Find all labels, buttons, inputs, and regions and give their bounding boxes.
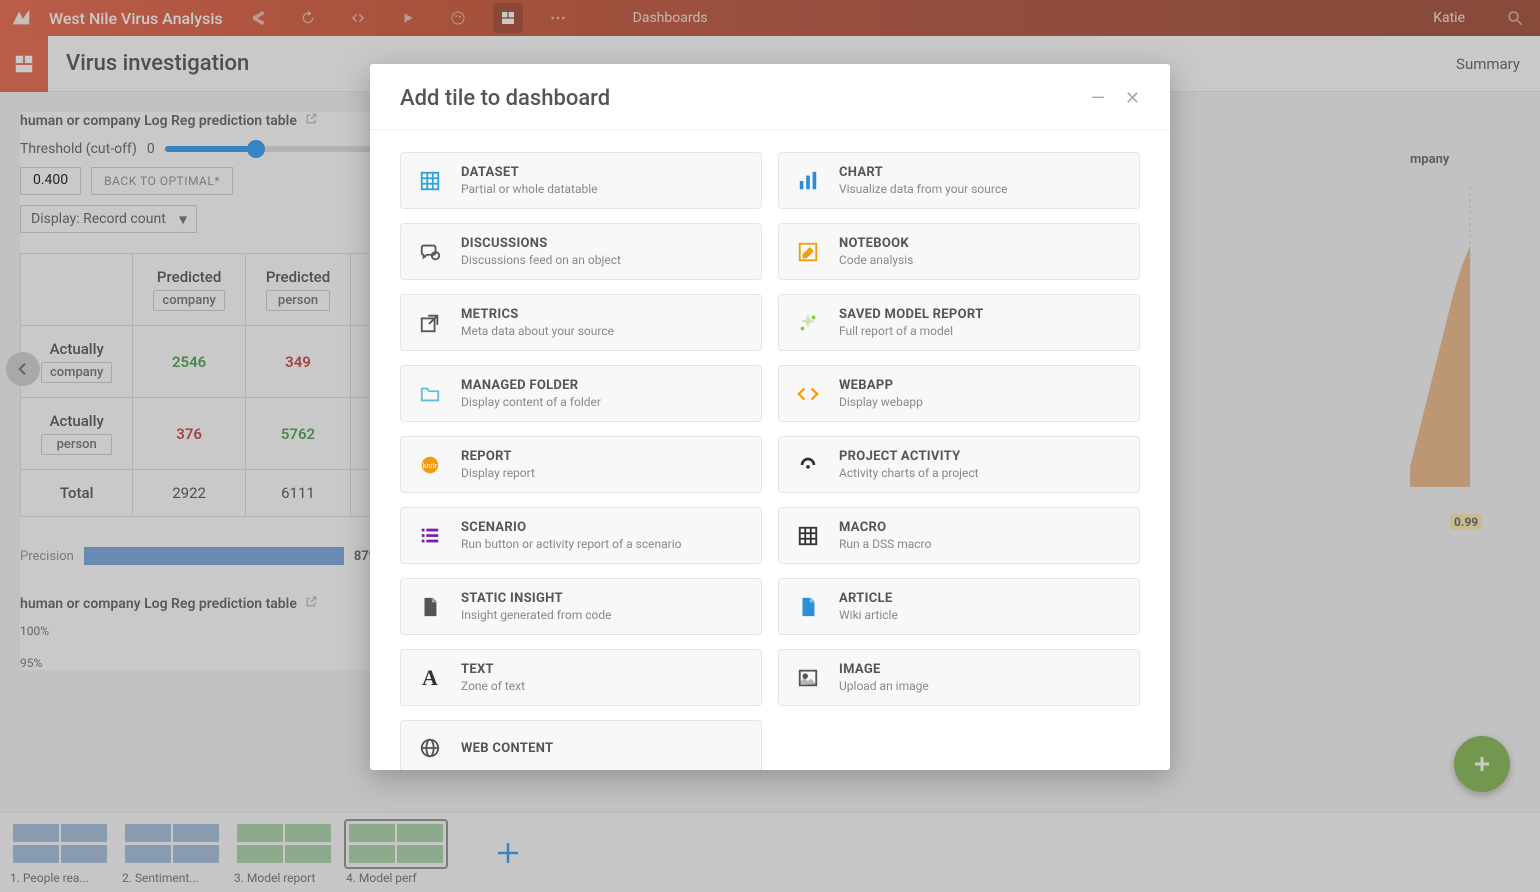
svg-text:knitr: knitr [423, 460, 438, 469]
tile-option-title: REPORT [461, 449, 535, 464]
tile-option-saved-model-report[interactable]: SAVED MODEL REPORT Full report of a model [778, 294, 1140, 351]
tile-option-title: ARTICLE [839, 591, 898, 606]
tile-option-dataset[interactable]: DATASET Partial or whole datatable [400, 152, 762, 209]
tile-option-scenario[interactable]: SCENARIO Run button or activity report of… [400, 507, 762, 564]
tile-option-desc: Discussions feed on an object [461, 253, 621, 267]
tile-option-title: TEXT [461, 662, 525, 677]
doc-icon [793, 592, 823, 622]
tile-option-title: MACRO [839, 520, 931, 535]
tile-option-title: MANAGED FOLDER [461, 378, 601, 393]
tile-option-title: DISCUSSIONS [461, 236, 621, 251]
tile-option-desc: Display webapp [839, 395, 923, 409]
code-icon [793, 379, 823, 409]
tile-option-desc: Insight generated from code [461, 608, 611, 622]
tile-option-chart[interactable]: CHART Visualize data from your source [778, 152, 1140, 209]
globe-icon [415, 733, 445, 763]
tile-option-desc: Wiki article [839, 608, 898, 622]
tile-option-web-content[interactable]: WEB CONTENT [400, 720, 762, 770]
tile-option-desc: Full report of a model [839, 324, 983, 338]
tile-option-desc: Zone of text [461, 679, 525, 693]
external-icon [415, 308, 445, 338]
tile-option-report[interactable]: knitr REPORT Display report [400, 436, 762, 493]
tile-option-title: DATASET [461, 165, 598, 180]
tile-option-metrics[interactable]: METRICS Meta data about your source [400, 294, 762, 351]
modal-title: Add tile to dashboard [400, 86, 610, 111]
circle-icon: knitr [415, 450, 445, 480]
tile-option-desc: Run button or activity report of a scena… [461, 537, 681, 551]
tile-option-static-insight[interactable]: STATIC INSIGHT Insight generated from cod… [400, 578, 762, 635]
tile-option-title: CHART [839, 165, 1007, 180]
tile-option-title: SCENARIO [461, 520, 681, 535]
tile-option-desc: Display content of a folder [461, 395, 601, 409]
edit-icon [793, 237, 823, 267]
tile-option-notebook[interactable]: NOTEBOOK Code analysis [778, 223, 1140, 280]
tile-option-discussions[interactable]: DISCUSSIONS Discussions feed on an object [400, 223, 762, 280]
tile-option-title: WEBAPP [839, 378, 923, 393]
tile-option-title: WEB CONTENT [461, 741, 553, 756]
tile-option-project-activity[interactable]: PROJECT ACTIVITY Activity charts of a pro… [778, 436, 1140, 493]
tile-option-title: SAVED MODEL REPORT [839, 307, 983, 322]
tile-option-title: IMAGE [839, 662, 929, 677]
tile-option-title: STATIC INSIGHT [461, 591, 611, 606]
tile-option-webapp[interactable]: WEBAPP Display webapp [778, 365, 1140, 422]
gauge-icon [793, 450, 823, 480]
tile-option-title: NOTEBOOK [839, 236, 913, 251]
tile-option-desc: Meta data about your source [461, 324, 614, 338]
add-tile-modal: Add tile to dashboard — ✕ DATASET Partial… [370, 64, 1170, 770]
folder-icon [415, 379, 445, 409]
tile-option-desc: Activity charts of a project [839, 466, 979, 480]
grid-icon [793, 521, 823, 551]
modal-close-button[interactable]: ✕ [1125, 88, 1140, 109]
tile-option-desc: Visualize data from your source [839, 182, 1007, 196]
tile-option-title: METRICS [461, 307, 614, 322]
modal-minimize-button[interactable]: — [1091, 88, 1105, 109]
tile-option-image[interactable]: IMAGE Upload an image [778, 649, 1140, 706]
tile-option-desc: Partial or whole datatable [461, 182, 598, 196]
A-icon: A [415, 663, 445, 693]
sparkle-icon [793, 308, 823, 338]
list-icon [415, 521, 445, 551]
tile-option-desc: Display report [461, 466, 535, 480]
tile-option-managed-folder[interactable]: MANAGED FOLDER Display content of a folde… [400, 365, 762, 422]
tile-option-text[interactable]: A TEXT Zone of text [400, 649, 762, 706]
tile-option-desc: Run a DSS macro [839, 537, 931, 551]
tile-option-title: PROJECT ACTIVITY [839, 449, 979, 464]
tile-option-desc: Code analysis [839, 253, 913, 267]
chat-icon [415, 237, 445, 267]
tile-option-macro[interactable]: MACRO Run a DSS macro [778, 507, 1140, 564]
doc-icon [415, 592, 445, 622]
bar-icon [793, 166, 823, 196]
image-icon [793, 663, 823, 693]
table-icon [415, 166, 445, 196]
tile-option-desc: Upload an image [839, 679, 929, 693]
tile-option-article[interactable]: ARTICLE Wiki article [778, 578, 1140, 635]
